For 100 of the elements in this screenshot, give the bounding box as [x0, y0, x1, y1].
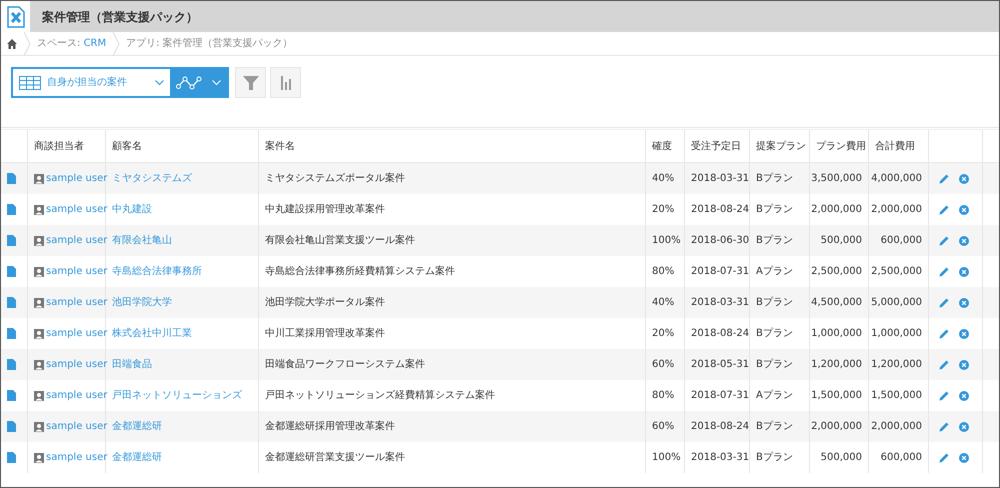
delete-icon[interactable] [959, 266, 969, 276]
column-header[interactable]: 顧客名 [112, 138, 142, 154]
user-link[interactable]: sample user [46, 233, 108, 248]
column-header[interactable]: プラン費用 [816, 138, 866, 154]
total-cost: 2,500,000 [871, 265, 922, 279]
home-icon[interactable] [7, 38, 17, 48]
app-icon [6, 6, 24, 28]
customer-link[interactable]: 株式会社中川工業 [112, 326, 192, 341]
user-link[interactable]: sample user [46, 450, 108, 465]
customer-link[interactable]: 有限会社亀山 [112, 233, 172, 248]
delete-icon[interactable] [959, 390, 969, 400]
customer-link[interactable]: 金都運総研 [112, 419, 162, 434]
record-icon[interactable] [7, 173, 16, 184]
customer-link[interactable]: 戸田ネットソリューションズ [112, 388, 242, 403]
record-icon[interactable] [7, 266, 16, 277]
column-header[interactable]: 確度 [652, 138, 672, 154]
breadcrumb-item: スペース: [37, 37, 82, 51]
record-icon[interactable] [7, 452, 16, 463]
edit-icon[interactable] [939, 204, 949, 214]
order-date: 2018-03-31 [691, 296, 750, 310]
customer-link[interactable]: 中丸建設 [112, 202, 152, 217]
order-date: 2018-03-31 [691, 172, 750, 186]
record-icon[interactable] [7, 390, 16, 401]
breadcrumb-link[interactable]: CRM [84, 36, 106, 51]
delete-icon[interactable] [959, 298, 969, 308]
record-icon[interactable] [7, 204, 16, 215]
edit-icon[interactable] [939, 236, 949, 246]
probability: 60% [652, 358, 674, 372]
probability: 80% [652, 389, 674, 403]
total-cost: 2,000,000 [871, 420, 922, 434]
breadcrumb-item: アプリ: 案件管理（営業支援パック） [126, 36, 293, 51]
probability: 60% [652, 420, 674, 434]
edit-icon[interactable] [939, 266, 949, 276]
probability: 40% [652, 172, 674, 186]
column-header[interactable]: 商談担当者 [34, 138, 84, 154]
record-icon[interactable] [7, 328, 16, 339]
customer-link[interactable]: 金都運総研 [112, 450, 162, 465]
user-avatar-icon [34, 390, 44, 400]
edit-icon[interactable] [939, 298, 949, 308]
delete-icon[interactable] [959, 360, 969, 370]
user-link[interactable]: sample user [46, 295, 108, 310]
column-header[interactable]: 受注予定日 [691, 138, 741, 154]
plan-cost: 1,200,000 [811, 358, 862, 372]
edit-icon[interactable] [939, 390, 949, 400]
app-title: 案件管理（営業支援パック） [42, 8, 198, 26]
record-icon[interactable] [7, 297, 16, 308]
column-header[interactable]: 案件名 [265, 138, 295, 154]
view-selector[interactable]: 自身が担当の案件 [13, 69, 170, 96]
edit-icon[interactable] [939, 174, 949, 184]
user-link[interactable]: sample user [46, 326, 108, 341]
customer-link[interactable]: 池田学院大学 [112, 295, 172, 310]
delete-icon[interactable] [959, 422, 969, 432]
customer-link[interactable]: 寺島総合法律事務所 [112, 264, 202, 279]
deal-name: 金都運総研採用管理改革案件 [265, 420, 395, 434]
record-icon[interactable] [7, 235, 16, 246]
user-link[interactable]: sample user [46, 171, 108, 186]
user-avatar-icon [34, 174, 44, 184]
delete-icon[interactable] [959, 236, 969, 246]
record-icon[interactable] [7, 421, 16, 432]
order-date: 2018-07-31 [691, 265, 750, 279]
delete-icon[interactable] [959, 204, 969, 214]
record-icon[interactable] [7, 359, 16, 370]
edit-icon[interactable] [939, 360, 949, 370]
deal-name: 金都運総研営業支援ツール案件 [265, 450, 405, 465]
chart-button[interactable] [270, 67, 301, 98]
total-cost: 4,000,000 [871, 172, 922, 186]
plan-cost: 2,500,000 [811, 265, 862, 279]
delete-icon[interactable] [959, 452, 969, 462]
deal-name: 有限会社亀山営業支援ツール案件 [265, 234, 415, 248]
user-link[interactable]: sample user [46, 357, 108, 372]
delete-icon[interactable] [959, 174, 969, 184]
column-header[interactable]: 提案プラン [756, 138, 806, 154]
user-link[interactable]: sample user [46, 388, 108, 403]
plan-name: Bプラン [756, 450, 793, 465]
plan-name: Bプラン [756, 234, 793, 248]
order-date: 2018-06-30 [691, 234, 750, 248]
probability: 40% [652, 296, 674, 310]
probability: 100% [652, 451, 681, 465]
probability: 20% [652, 327, 674, 341]
customer-link[interactable]: 田端食品 [112, 357, 152, 372]
filter-button[interactable] [235, 67, 266, 98]
column-header[interactable]: 合計費用 [875, 138, 915, 154]
plan-cost: 1,000,000 [811, 327, 862, 341]
edit-icon[interactable] [939, 328, 949, 338]
deal-name: 中丸建設採用管理改革案件 [265, 202, 385, 217]
table-icon [19, 76, 41, 90]
user-link[interactable]: sample user [46, 264, 108, 279]
delete-icon[interactable] [959, 328, 969, 338]
line-graph-icon [176, 76, 202, 90]
edit-icon[interactable] [939, 422, 949, 432]
user-avatar-icon [34, 298, 44, 308]
user-avatar-icon [34, 266, 44, 276]
user-link[interactable]: sample user [46, 419, 108, 434]
plan-name: Bプラン [756, 326, 793, 341]
edit-icon[interactable] [939, 452, 949, 462]
probability: 80% [652, 265, 674, 279]
total-cost: 1,500,000 [871, 389, 922, 403]
customer-link[interactable]: ミヤタシステムズ [112, 171, 192, 186]
user-link[interactable]: sample user [46, 202, 108, 217]
deal-name: 田端食品ワークフローシステム案件 [265, 358, 425, 372]
